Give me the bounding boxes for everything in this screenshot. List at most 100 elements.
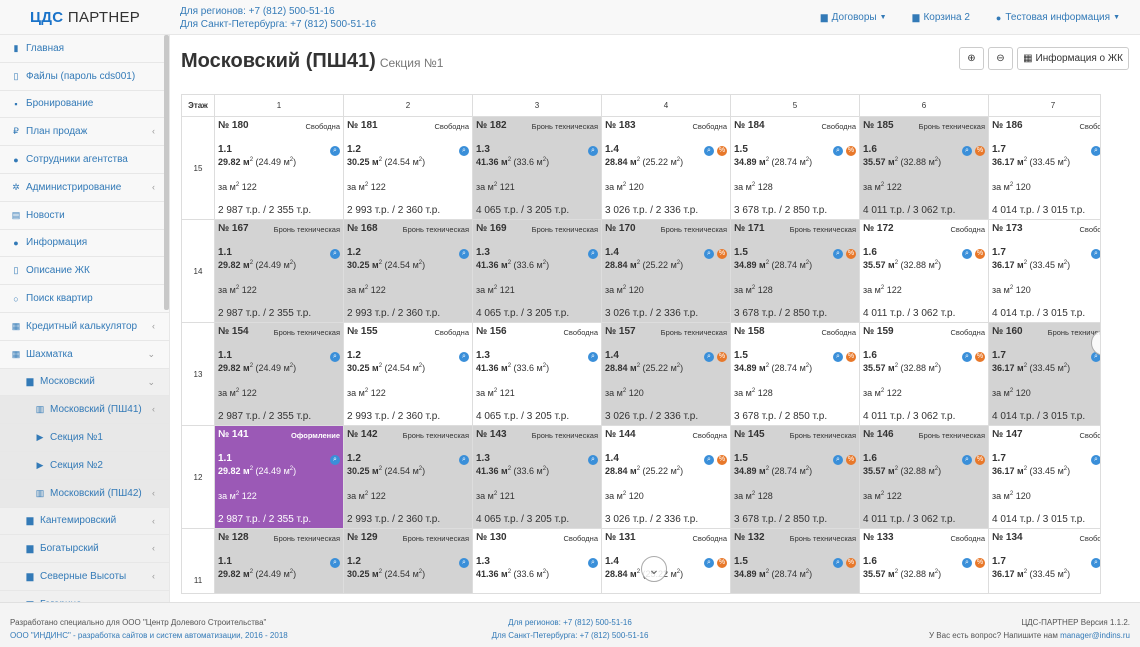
phone-spb[interactable]: Для Санкт-Петербурга: +7 (812) 500-51-16: [180, 18, 376, 31]
sidebar-scrollbar[interactable]: [164, 35, 169, 310]
apartment-cell[interactable]: № 145 Бронь техническая 1.5 34.89 м2 (28.74…: [731, 426, 860, 529]
apartment-cell[interactable]: № 143 Бронь техническая 1.3 41.36 м2 (33.6 …: [473, 426, 602, 529]
apartment-cell[interactable]: № 173 Свободна 1.7 36.17 м2 (33.45 м2) ⌕% за …: [989, 220, 1100, 323]
plan-view-icon[interactable]: ⌕: [330, 352, 340, 362]
apartment-cell[interactable]: № 158 Свободна 1.5 34.89 м2 (28.74 м2) ⌕% за …: [731, 323, 860, 426]
apartment-cell[interactable]: № 184 Свободна 1.5 34.89 м2 (28.74 м2) ⌕% за …: [731, 117, 860, 220]
plan-view-icon[interactable]: ⌕: [704, 558, 714, 568]
apartment-cell[interactable]: № 128 Бронь техническая 1.1 29.82 м2 (24.49…: [215, 529, 344, 593]
apartment-cell[interactable]: № 170 Бронь техническая 1.4 28.84 м2 (25.22…: [602, 220, 731, 323]
zoom-in-button[interactable]: ⊕: [959, 47, 984, 70]
apartment-cell[interactable]: № 155 Свободна 1.2 30.25 м2 (24.54 м2) ⌕ за м…: [344, 323, 473, 426]
plan-view-icon[interactable]: ⌕: [459, 249, 469, 259]
discount-icon[interactable]: %: [975, 146, 985, 156]
plan-view-icon[interactable]: ⌕: [704, 249, 714, 259]
plan-view-icon[interactable]: ⌕: [833, 455, 843, 465]
apartment-cell[interactable]: № 159 Свободна 1.6 35.57 м2 (32.88 м2) ⌕% за …: [860, 323, 989, 426]
apartment-cell[interactable]: № 169 Бронь техническая 1.3 41.36 м2 (33.6 …: [473, 220, 602, 323]
apartment-cell[interactable]: № 134 Свободна 1.7 36.17 м2 (33.45 м2) ⌕%: [989, 529, 1100, 593]
plan-view-icon[interactable]: ⌕: [962, 249, 972, 259]
discount-icon[interactable]: %: [717, 146, 727, 156]
sidebar-item[interactable]: ▆ Кантемировский ‹: [0, 507, 169, 536]
sidebar-item[interactable]: ○ Поиск квартир: [0, 285, 169, 313]
discount-icon[interactable]: %: [975, 558, 985, 568]
discount-icon[interactable]: %: [717, 352, 727, 362]
plan-view-icon[interactable]: ⌕: [962, 558, 972, 568]
plan-view-icon[interactable]: ⌕: [833, 352, 843, 362]
plan-view-icon[interactable]: ⌕: [962, 146, 972, 156]
discount-icon[interactable]: %: [975, 455, 985, 465]
apartment-cell[interactable]: № 130 Свободна 1.3 41.36 м2 (33.6 м2) ⌕: [473, 529, 602, 593]
plan-view-icon[interactable]: ⌕: [833, 249, 843, 259]
apartment-cell[interactable]: № 129 Бронь техническая 1.2 30.25 м2 (24.54…: [344, 529, 473, 593]
sidebar-item[interactable]: ▆ Московский ⌄: [0, 368, 169, 397]
discount-icon[interactable]: %: [717, 558, 727, 568]
plan-view-icon[interactable]: ⌕: [330, 558, 340, 568]
apartment-cell[interactable]: № 156 Свободна 1.3 41.36 м2 (33.6 м2) ⌕ за м2…: [473, 323, 602, 426]
contracts-menu[interactable]: ▆ Договоры ▼: [821, 12, 887, 23]
apartment-cell[interactable]: № 147 Свободна 1.7 36.17 м2 (33.45 м2) ⌕% за …: [989, 426, 1100, 529]
plan-view-icon[interactable]: ⌕: [704, 455, 714, 465]
plan-view-icon[interactable]: ⌕: [588, 146, 598, 156]
plan-view-icon[interactable]: ⌕: [962, 352, 972, 362]
sidebar-item[interactable]: ▶ Секция №2: [0, 451, 169, 480]
apartment-cell[interactable]: № 133 Свободна 1.6 35.57 м2 (32.88 м2) ⌕%: [860, 529, 989, 593]
discount-icon[interactable]: %: [846, 558, 856, 568]
scroll-down-button[interactable]: ⌄: [641, 556, 667, 582]
sidebar-item[interactable]: ▶ Секция №1: [0, 424, 169, 452]
sidebar-item[interactable]: ▮ Главная: [0, 35, 169, 63]
plan-view-icon[interactable]: ⌕: [704, 146, 714, 156]
sidebar-item[interactable]: ▆Гагарина‹: [0, 590, 169, 602]
sidebar-item[interactable]: ● Сотрудники агентства: [0, 146, 169, 174]
apartment-cell[interactable]: № 167 Бронь техническая 1.1 29.82 м2 (24.49…: [215, 220, 344, 323]
plan-view-icon[interactable]: ⌕: [1091, 455, 1100, 465]
plan-view-icon[interactable]: ⌕: [459, 455, 469, 465]
discount-icon[interactable]: %: [846, 249, 856, 259]
apartment-cell[interactable]: № 181 Свободна 1.2 30.25 м2 (24.54 м2) ⌕ за м…: [344, 117, 473, 220]
apartment-cell[interactable]: № 141 Оформление 1.1 29.82 м2 (24.49 м2) ⌕ за…: [215, 426, 344, 529]
apartment-cell[interactable]: № 146 Бронь техническая 1.6 35.57 м2 (32.88…: [860, 426, 989, 529]
apartment-cell[interactable]: № 168 Бронь техническая 1.2 30.25 м2 (24.54…: [344, 220, 473, 323]
discount-icon[interactable]: %: [846, 146, 856, 156]
sidebar-item[interactable]: ▯ Описание ЖК: [0, 257, 169, 286]
apartment-cell[interactable]: № 154 Бронь техническая 1.1 29.82 м2 (24.49…: [215, 323, 344, 426]
sidebar-item[interactable]: ▦ Шахматка ⌄: [0, 341, 169, 369]
discount-icon[interactable]: %: [975, 249, 985, 259]
sidebar-item[interactable]: ▥ Московский (ПШ42) ‹: [0, 479, 169, 508]
sidebar-item[interactable]: ▪ Бронирование: [0, 91, 169, 119]
apartment-cell[interactable]: № 180 Свободна 1.1 29.82 м2 (24.49 м2) ⌕ за м…: [215, 117, 344, 220]
plan-view-icon[interactable]: ⌕: [704, 352, 714, 362]
sidebar-item[interactable]: ▤ Новости: [0, 202, 169, 230]
discount-icon[interactable]: %: [846, 455, 856, 465]
apartment-cell[interactable]: № 144 Свободна 1.4 28.84 м2 (25.22 м2) ⌕% за …: [602, 426, 731, 529]
apartment-cell[interactable]: № 131Свободна1.428.84 м2 (25.22 м2)⌕%: [602, 529, 731, 593]
discount-icon[interactable]: %: [717, 249, 727, 259]
discount-icon[interactable]: %: [975, 352, 985, 362]
plan-view-icon[interactable]: ⌕: [459, 558, 469, 568]
plan-view-icon[interactable]: ⌕: [833, 558, 843, 568]
plan-view-icon[interactable]: ⌕: [330, 455, 340, 465]
plan-view-icon[interactable]: ⌕: [588, 249, 598, 259]
user-menu[interactable]: ● Тестовая информация ▼: [996, 12, 1120, 23]
cart-link[interactable]: ▆ Корзина 2: [913, 12, 970, 23]
apartment-cell[interactable]: № 183 Свободна 1.4 28.84 м2 (25.22 м2) ⌕% за …: [602, 117, 731, 220]
zoom-out-button[interactable]: ⊖: [988, 47, 1013, 70]
phone-regions[interactable]: Для регионов: +7 (812) 500-51-16: [180, 5, 376, 18]
sidebar-item[interactable]: ▆ Богатырский ‹: [0, 535, 169, 564]
discount-icon[interactable]: %: [846, 352, 856, 362]
logo[interactable]: ЦДС ПАРТНЕР: [30, 9, 140, 26]
apartment-cell[interactable]: № 182 Бронь техническая 1.3 41.36 м2 (33.6 …: [473, 117, 602, 220]
apartment-cell[interactable]: № 185 Бронь техническая 1.6 35.57 м2 (32.88…: [860, 117, 989, 220]
apartment-cell[interactable]: № 142 Бронь техническая 1.2 30.25 м2 (24.54…: [344, 426, 473, 529]
sidebar-item[interactable]: ▆ Северные Высоты ‹: [0, 563, 169, 591]
sidebar-item[interactable]: ✲ Администрирование ‹: [0, 174, 169, 202]
apartment-cell[interactable]: № 157 Бронь техническая 1.4 28.84 м2 (25.22…: [602, 323, 731, 426]
plan-view-icon[interactable]: ⌕: [1091, 249, 1100, 259]
plan-view-icon[interactable]: ⌕: [330, 249, 340, 259]
apartment-cell[interactable]: № 132 Бронь техническая 1.5 34.89 м2 (28.74…: [731, 529, 860, 593]
plan-view-icon[interactable]: ⌕: [588, 352, 598, 362]
sidebar-item[interactable]: ₽ План продаж ‹: [0, 118, 169, 147]
plan-view-icon[interactable]: ⌕: [962, 455, 972, 465]
footer-email-link[interactable]: manager@indins.ru: [1060, 631, 1130, 640]
plan-view-icon[interactable]: ⌕: [833, 146, 843, 156]
